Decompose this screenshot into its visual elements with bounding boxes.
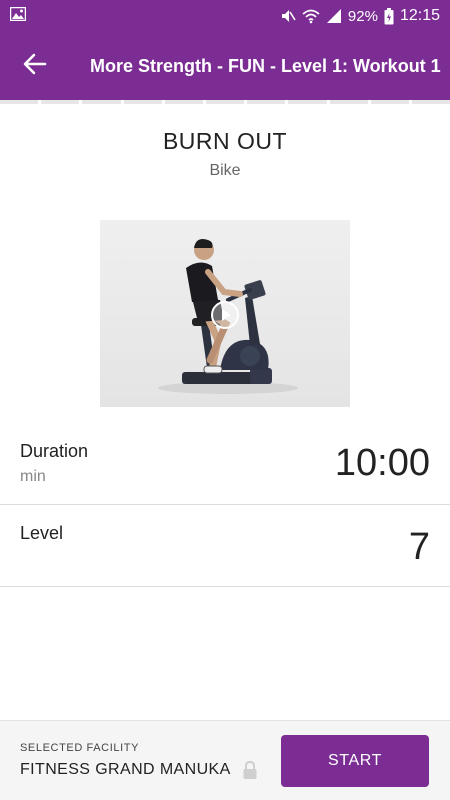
back-button[interactable] (0, 32, 70, 100)
duration-row: Duration min 10:00 (0, 423, 450, 505)
level-value: 7 (408, 526, 430, 568)
duration-label: Duration (20, 441, 89, 461)
exercise-video[interactable] (100, 220, 350, 407)
progress-segment (411, 100, 450, 104)
progress-segment (370, 100, 409, 104)
mute-icon (280, 8, 296, 24)
battery-icon (384, 7, 394, 25)
play-icon[interactable] (210, 300, 240, 330)
battery-percent: 92% (347, 7, 378, 25)
start-button[interactable]: START (281, 735, 429, 787)
app-bar: More Strength - FUN - Level 1: Workout 1 (0, 32, 450, 100)
lock-icon (242, 760, 258, 785)
progress-segment (82, 100, 121, 104)
progress-segment (247, 100, 286, 104)
duration-value: 10:00 (334, 442, 430, 484)
signal-icon (326, 8, 342, 24)
progress-segment (123, 100, 162, 104)
progress-segment (164, 100, 203, 104)
exercise-equipment: Bike (209, 162, 241, 179)
progress-segment (288, 100, 327, 104)
progress-segment (41, 100, 80, 104)
exercise-name: BURN OUT (162, 128, 288, 154)
status-bar: 92% 12:15 (0, 0, 450, 32)
wifi-icon (302, 8, 320, 24)
level-row: Level 7 (0, 505, 450, 587)
progress-segment (205, 100, 245, 104)
duration-unit: min (20, 468, 46, 485)
progress-segment (0, 100, 39, 104)
page-title: More Strength - FUN - Level 1: Workout 1 (90, 55, 441, 76)
facility-caption: SELECTED FACILITY (20, 742, 140, 754)
facility-name: FITNESS GRAND MANUKA (20, 761, 231, 778)
progress-segment (329, 100, 368, 104)
workout-progress-strip (0, 100, 450, 106)
clock: 12:15 (399, 7, 440, 24)
bottom-bar: SELECTED FACILITY FITNESS GRAND MANUKA S… (0, 720, 450, 800)
arrow-left-icon (23, 53, 47, 80)
level-label: Level (20, 523, 64, 543)
image-icon (9, 6, 27, 25)
